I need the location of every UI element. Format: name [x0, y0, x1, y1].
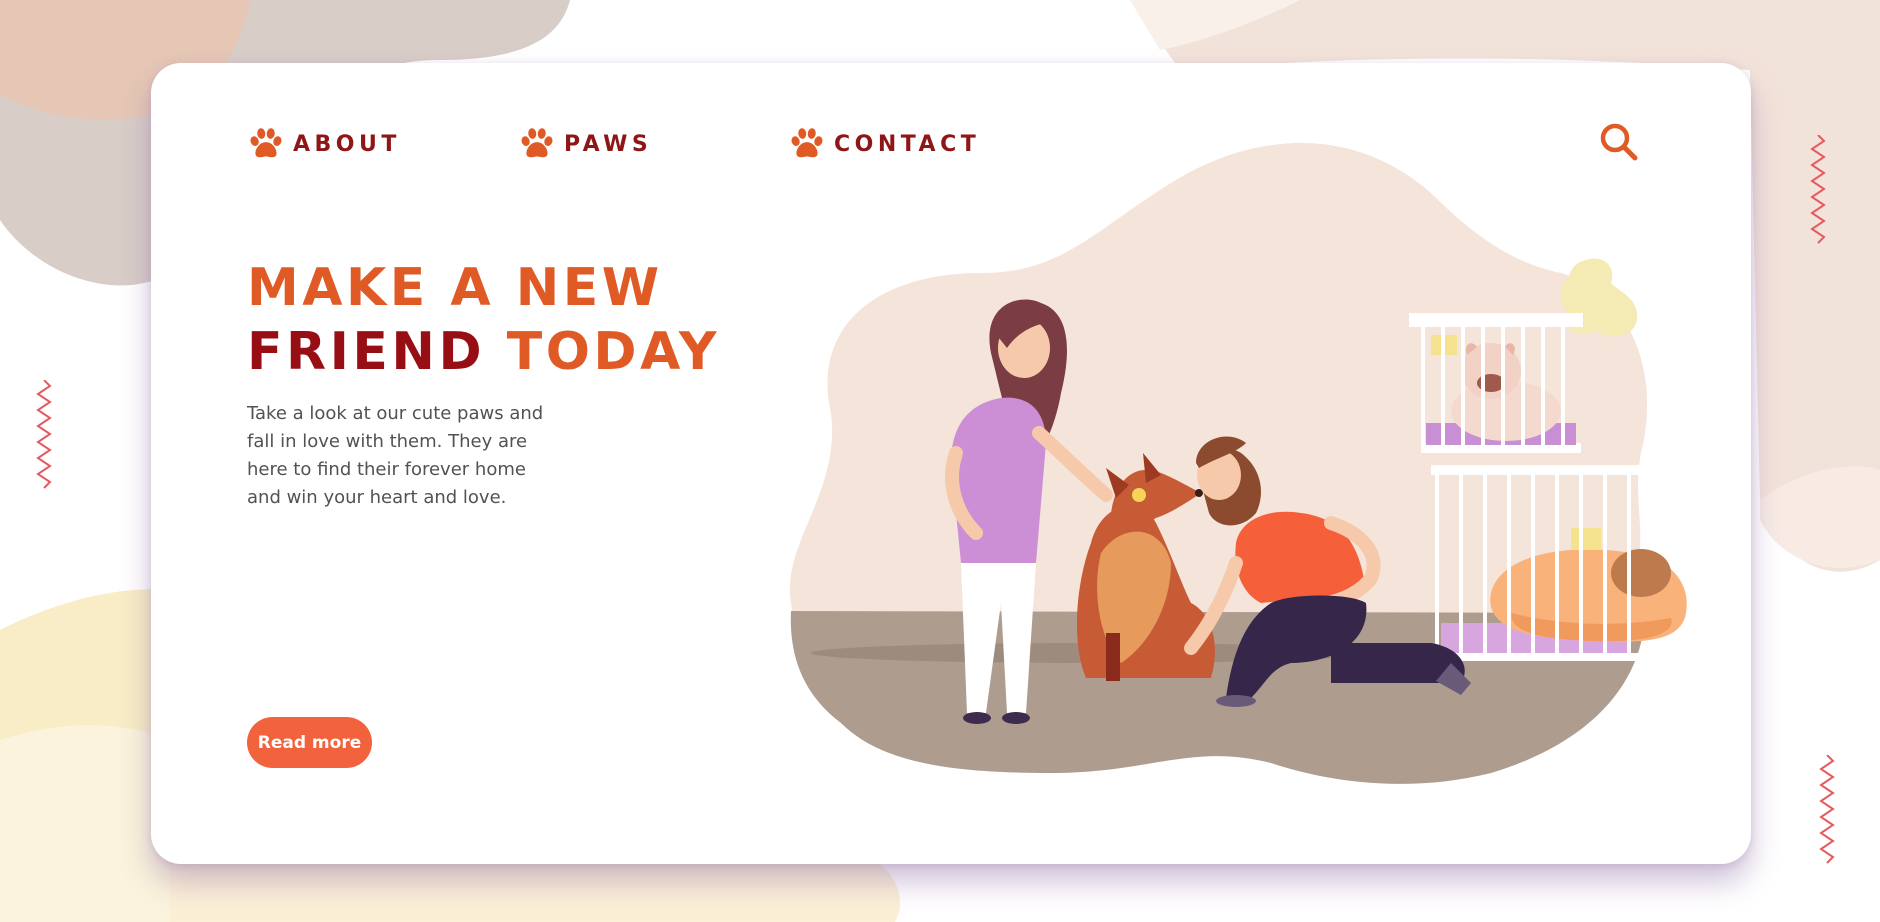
zigzag-decoration-right-bottom: [1819, 755, 1835, 864]
paw-icon: [250, 128, 282, 158]
nav-label-paws: PAWS: [564, 131, 653, 157]
zigzag-decoration-right-top: [1810, 135, 1826, 244]
nav-label-about: ABOUT: [293, 131, 401, 157]
paw-icon: [521, 128, 553, 158]
headline-word-today: TODAY: [506, 322, 720, 382]
hero-card: ABOUT PAWS CONTACT MAKE A NEW FRIEND TOD…: [151, 63, 1751, 864]
hero-headline: MAKE A NEW FRIEND TODAY: [247, 256, 720, 384]
headline-word-friend: FRIEND: [247, 322, 486, 382]
adoption-illustration: [789, 143, 1687, 784]
zigzag-decoration-left: [36, 380, 52, 489]
nav-item-about[interactable]: ABOUT: [247, 124, 401, 164]
hero-description: Take a look at our cute paws and fall in…: [247, 403, 544, 508]
headline-line-1: MAKE A NEW: [247, 258, 663, 318]
read-more-button[interactable]: Read more: [247, 717, 372, 768]
nav-item-paws[interactable]: PAWS: [518, 124, 652, 164]
